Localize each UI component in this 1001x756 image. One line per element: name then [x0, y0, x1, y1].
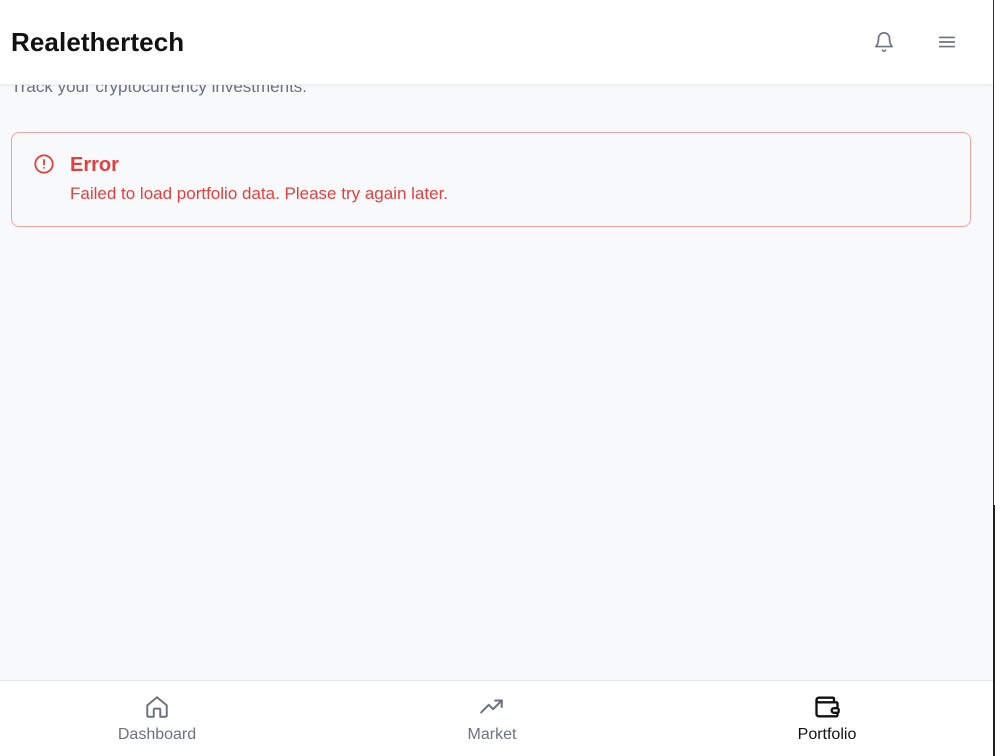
- notifications-button[interactable]: [870, 28, 898, 56]
- error-title: Error: [70, 154, 119, 176]
- top-header: Realethertech: [0, 0, 993, 85]
- alert-circle-icon: [34, 154, 54, 174]
- window-edge: [993, 0, 1001, 756]
- nav-item-dashboard[interactable]: Dashboard: [77, 681, 237, 756]
- brand-title: Realethertech: [11, 27, 185, 57]
- menu-button[interactable]: [933, 28, 961, 56]
- nav-item-portfolio[interactable]: Portfolio: [747, 681, 907, 756]
- home-icon: [143, 693, 171, 721]
- bell-icon: [874, 32, 894, 52]
- window-edge-shadow: [993, 505, 995, 756]
- hamburger-menu-icon: [938, 36, 956, 48]
- bottom-navigation: Dashboard Market Portfolio: [0, 680, 993, 756]
- wallet-icon: [813, 693, 841, 721]
- trending-up-icon: [478, 693, 506, 721]
- nav-item-market[interactable]: Market: [412, 681, 572, 756]
- error-alert: Error Failed to load portfolio data. Ple…: [11, 132, 971, 227]
- nav-label-dashboard: Dashboard: [117, 726, 197, 743]
- app-window: Track your cryptocurrency investments. R…: [0, 0, 993, 756]
- error-message: Failed to load portfolio data. Please tr…: [70, 184, 449, 203]
- nav-label-portfolio: Portfolio: [797, 726, 857, 743]
- nav-label-market: Market: [467, 726, 517, 743]
